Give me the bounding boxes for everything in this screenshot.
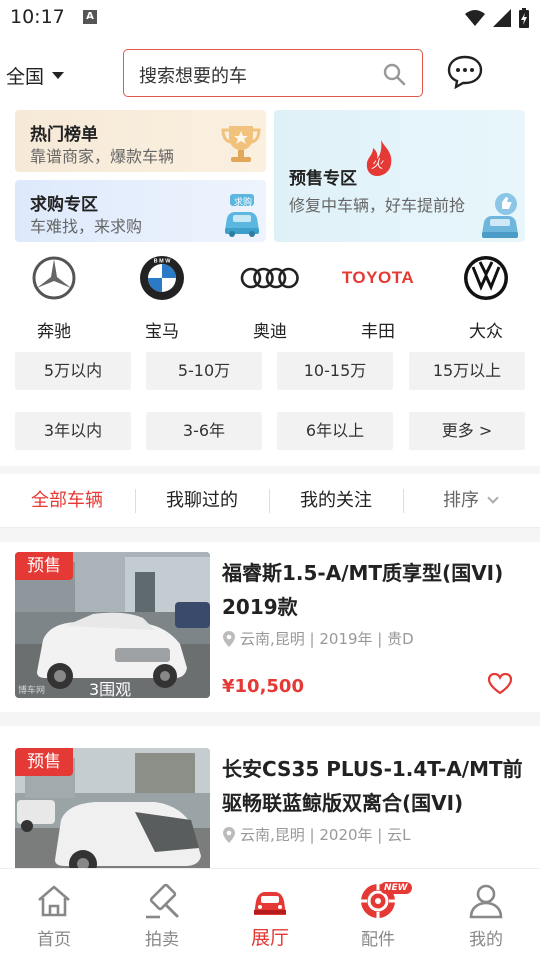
signal-icon <box>493 9 511 27</box>
status-icons <box>464 7 530 29</box>
location-pin-icon <box>223 826 235 843</box>
brand-toyota[interactable]: TOYOTA 丰田 <box>324 250 432 342</box>
nav-parts[interactable]: NEW 配件 <box>324 869 432 960</box>
wifi-icon <box>465 10 485 26</box>
auction-hammer-icon <box>146 883 179 919</box>
nav-showroom[interactable]: 展厅 <box>216 869 324 960</box>
toyota-logo-text: TOYOTA <box>341 268 415 287</box>
notification-a-icon: A <box>83 10 97 24</box>
filter-more-button[interactable]: 更多 > <box>409 412 525 450</box>
filter-price-10-15w[interactable]: 10-15万 <box>277 352 393 390</box>
status-bar: 10:17 A <box>0 0 540 36</box>
section-divider <box>0 466 540 474</box>
tab-chatted[interactable]: 我聊过的 <box>135 474 269 528</box>
mercedes-logo <box>30 254 78 302</box>
view-count: 3围观 <box>89 680 132 698</box>
filter-price-over-15w[interactable]: 15万以上 <box>409 352 525 390</box>
brand-mercedes[interactable]: 奔驰 <box>0 250 108 342</box>
brand-shortcuts: 奔驰 B M W 宝马 奥迪 TOYOTA 丰田 大众 <box>0 250 540 342</box>
photo-watermark: 博车网 <box>18 686 46 696</box>
presale-badge: 预售 <box>15 748 73 776</box>
presale-subtitle: 修复中车辆，好车提前抢 <box>289 196 466 215</box>
home-icon <box>38 885 70 917</box>
presale-badge: 预售 <box>15 552 73 580</box>
filter-age-over-6y[interactable]: 6年以上 <box>277 412 393 450</box>
presale-tile[interactable]: 预售专区 火 修复中车辆，好车提前抢 <box>274 110 525 242</box>
bmw-logo-text: B M W <box>154 259 172 265</box>
list-spacer <box>0 712 540 726</box>
showroom-car-icon <box>254 892 286 915</box>
brand-volkswagen[interactable]: 大众 <box>432 250 540 342</box>
nav-label: 拍卖 <box>145 930 179 950</box>
want-to-buy-subtitle: 车难找，来求购 <box>30 217 143 236</box>
listing-price: ¥10,500 <box>222 676 304 697</box>
location-pin-icon <box>223 630 235 647</box>
nav-auction[interactable]: 拍卖 <box>108 869 216 960</box>
hot-list-tile[interactable]: 热门榜单 靠谱商家，爆款车辆 <box>15 110 266 172</box>
nav-home[interactable]: 首页 <box>0 869 108 960</box>
car-photo[interactable]: 预售 <box>15 748 210 868</box>
tab-all-vehicles[interactable]: 全部车辆 <box>0 474 134 528</box>
fire-glyph: 火 <box>371 157 384 171</box>
listing-meta-text: 云南,昆明 | 2019年 | 贵D <box>240 630 414 648</box>
listing-title[interactable]: 长安CS35 PLUS-1.4T-A/MT前驱畅联蓝鲸版双离合(国VI) <box>222 752 527 820</box>
message-icon[interactable] <box>446 54 484 90</box>
nav-profile[interactable]: 我的 <box>432 869 540 960</box>
new-badge: NEW <box>380 882 412 894</box>
hot-list-subtitle: 靠谱商家，爆款车辆 <box>30 147 175 166</box>
presale-title: 预售专区 <box>289 169 357 189</box>
status-time: 10:17 <box>10 6 65 28</box>
brand-audi[interactable]: 奥迪 <box>216 250 324 342</box>
profile-icon <box>469 884 503 919</box>
nav-label: 我的 <box>469 930 503 950</box>
sort-label: 排序 <box>443 490 479 511</box>
bottom-nav: 首页 拍卖 展厅 NEW 配件 我的 <box>0 868 540 960</box>
brand-label: 丰田 <box>361 322 395 342</box>
nav-label: 展厅 <box>250 927 289 949</box>
filter-age-under-3y[interactable]: 3年以内 <box>15 412 131 450</box>
nav-label: 配件 <box>361 930 395 950</box>
caret-down-icon <box>52 72 65 79</box>
car-photo[interactable]: 预售 3围观 博车网 <box>15 552 210 698</box>
listing-meta-text: 云南,昆明 | 2020年 | 云L <box>240 826 411 844</box>
search-icon[interactable] <box>382 62 406 86</box>
region-selector[interactable]: 全国 <box>6 62 65 89</box>
brand-label: 宝马 <box>145 322 179 342</box>
brand-label: 奔驰 <box>37 322 71 342</box>
battery-icon <box>519 8 529 28</box>
header: 全国 搜索想要的车 <box>0 36 540 110</box>
listing-meta: 云南,昆明 | 2020年 | 云L <box>222 824 410 845</box>
tab-following[interactable]: 我的关注 <box>269 474 403 528</box>
heart-icon[interactable] <box>487 672 513 696</box>
toyota-logo: TOYOTA <box>334 254 422 302</box>
search-input[interactable]: 搜索想要的车 <box>123 49 423 97</box>
brand-bmw[interactable]: B M W 宝马 <box>108 250 216 342</box>
bmw-logo: B M W <box>138 254 186 302</box>
listing-card[interactable]: 预售 3围观 博车网 福睿斯1.5-A/MT质享型(国VI) 2019款 云南,… <box>0 552 540 712</box>
chevron-down-icon <box>487 492 499 504</box>
want-to-buy-tile[interactable]: 求购专区 车难找，来求购 求购 <box>15 180 266 242</box>
filter-age-3-6y[interactable]: 3-6年 <box>146 412 262 450</box>
listing-meta: 云南,昆明 | 2019年 | 贵D <box>222 628 414 649</box>
car-thumbs-up-icon <box>482 193 518 238</box>
audi-logo <box>238 254 302 302</box>
volkswagen-logo <box>462 254 510 302</box>
list-spacer <box>0 528 540 542</box>
trophy-icon <box>221 126 261 162</box>
want-to-buy-title: 求购专区 <box>30 195 98 215</box>
want-to-buy-tag: 求购 <box>234 198 253 208</box>
tab-sort[interactable]: 排序 <box>403 474 537 528</box>
filter-price-under-5w[interactable]: 5万以内 <box>15 352 131 390</box>
listing-tabs: 全部车辆 我聊过的 我的关注 排序 <box>0 474 540 528</box>
listing-title[interactable]: 福睿斯1.5-A/MT质享型(国VI) 2019款 <box>222 556 527 624</box>
brand-label: 奥迪 <box>253 322 287 342</box>
region-label: 全国 <box>6 66 45 88</box>
search-placeholder: 搜索想要的车 <box>139 66 247 87</box>
hot-list-title: 热门榜单 <box>30 125 98 145</box>
filter-price-5-10w[interactable]: 5-10万 <box>146 352 262 390</box>
brand-label: 大众 <box>469 322 503 342</box>
nav-label: 首页 <box>37 930 71 950</box>
